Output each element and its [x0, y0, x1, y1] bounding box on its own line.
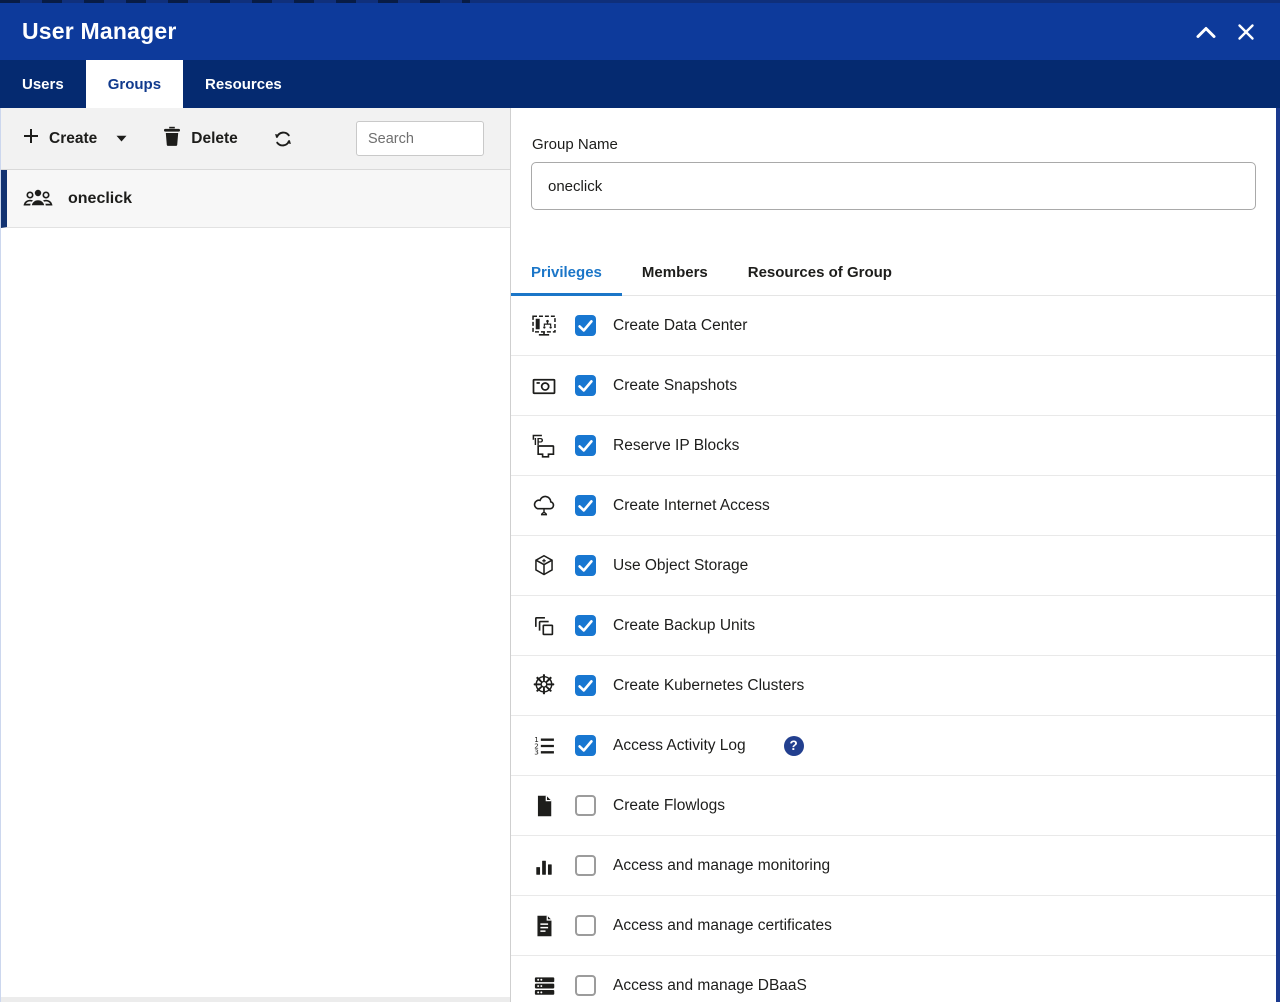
group-list-item-label: oneclick	[68, 190, 132, 208]
data-center-icon	[529, 311, 559, 341]
refresh-icon[interactable]	[272, 128, 294, 150]
document-lines-icon	[529, 911, 559, 941]
detail-tab-privileges[interactable]: Privileges	[511, 250, 622, 295]
privilege-row: Use Object Storage	[511, 536, 1276, 596]
delete-button[interactable]: Delete	[163, 126, 238, 151]
privilege-row: Access and manage monitoring	[511, 836, 1276, 896]
close-icon[interactable]	[1234, 20, 1258, 44]
privilege-row: Create Flowlogs	[511, 776, 1276, 836]
ip-block-icon: IP	[529, 431, 559, 461]
group-name-label: Group Name	[532, 136, 1256, 153]
privilege-label: Access and manage DBaaS	[613, 977, 807, 995]
camera-icon	[529, 371, 559, 401]
privilege-row: Access and manage certificates	[511, 896, 1276, 956]
privilege-checkbox[interactable]	[575, 855, 596, 876]
bar-chart-icon	[529, 851, 559, 881]
user-manager-window: User Manager UsersGroupsResources Create	[0, 0, 1280, 1002]
delete-button-label: Delete	[191, 130, 238, 148]
tab-users[interactable]: Users	[0, 60, 86, 108]
privilege-label: Create Backup Units	[613, 617, 755, 635]
server-stack-icon	[529, 971, 559, 1001]
detail-tabbar: PrivilegesMembersResources of Group	[511, 250, 1276, 296]
chevron-up-icon[interactable]	[1194, 20, 1218, 44]
kubernetes-wheel-icon: ☸	[529, 671, 559, 701]
numbered-list-icon: 1 2 3	[529, 731, 559, 761]
privilege-row: Create Internet Access	[511, 476, 1276, 536]
privilege-label: Create Internet Access	[613, 497, 770, 515]
privilege-row: Create Snapshots	[511, 356, 1276, 416]
privilege-row: Create Backup Units	[511, 596, 1276, 656]
privilege-label: Access and manage monitoring	[613, 857, 830, 875]
privileges-list: Create Data Center Create Snapshots IP R…	[511, 296, 1276, 1002]
search-input[interactable]	[356, 121, 484, 156]
group-detail-panel: Group Name PrivilegesMembersResources of…	[511, 108, 1276, 1002]
privilege-label: Access Activity Log	[613, 737, 746, 755]
privilege-checkbox[interactable]	[575, 795, 596, 816]
groups-panel: Create Delete	[1, 108, 511, 1002]
window-header: User Manager	[0, 3, 1280, 60]
main-tabbar: UsersGroupsResources	[0, 60, 1280, 108]
document-icon	[529, 791, 559, 821]
privilege-row: 1 2 3 Access Activity Log?	[511, 716, 1276, 776]
group-icon	[21, 185, 55, 212]
privilege-checkbox[interactable]	[575, 315, 596, 336]
group-list-item[interactable]: oneclick	[1, 170, 510, 228]
privilege-checkbox[interactable]	[575, 555, 596, 576]
stacked-squares-icon	[529, 611, 559, 641]
privilege-checkbox[interactable]	[575, 735, 596, 756]
privilege-checkbox[interactable]	[575, 375, 596, 396]
privilege-row: ☸ Create Kubernetes Clusters	[511, 656, 1276, 716]
privilege-label: Create Flowlogs	[613, 797, 725, 815]
privilege-row: IP Reserve IP Blocks	[511, 416, 1276, 476]
window-title: User Manager	[22, 18, 177, 45]
privilege-checkbox[interactable]	[575, 975, 596, 996]
window-body: Create Delete	[0, 108, 1280, 1002]
cloud-internet-icon	[529, 491, 559, 521]
tab-resources[interactable]: Resources	[183, 60, 304, 108]
group-list-empty-area	[1, 228, 510, 997]
left-panel-bottom-edge	[1, 997, 510, 1002]
privilege-checkbox[interactable]	[575, 615, 596, 636]
question-mark-icon[interactable]: ?	[784, 736, 804, 756]
privilege-row: Access and manage DBaaS	[511, 956, 1276, 1002]
privilege-checkbox[interactable]	[575, 435, 596, 456]
groups-toolbar: Create Delete	[1, 108, 510, 170]
privilege-checkbox[interactable]	[575, 495, 596, 516]
tab-groups[interactable]: Groups	[86, 60, 183, 108]
privilege-checkbox[interactable]	[575, 675, 596, 696]
chevron-down-icon[interactable]	[116, 135, 127, 142]
svg-text:3: 3	[534, 747, 539, 756]
window-controls	[1194, 20, 1258, 44]
privilege-label: Create Data Center	[613, 317, 747, 335]
create-button-label: Create	[49, 130, 97, 148]
privilege-label: Create Kubernetes Clusters	[613, 677, 804, 695]
cube-storage-icon	[529, 551, 559, 581]
detail-tab-members[interactable]: Members	[622, 250, 728, 295]
top-edge-artifact	[0, 0, 1280, 3]
plus-icon	[23, 128, 39, 149]
privilege-checkbox[interactable]	[575, 915, 596, 936]
create-button[interactable]: Create	[23, 128, 127, 149]
privilege-label: Create Snapshots	[613, 377, 737, 395]
privilege-label: Reserve IP Blocks	[613, 437, 739, 455]
detail-tab-resources-of-group[interactable]: Resources of Group	[728, 250, 912, 295]
group-list: oneclick	[1, 170, 510, 228]
privilege-label: Access and manage certificates	[613, 917, 832, 935]
trash-icon	[163, 126, 181, 151]
privilege-row: Create Data Center	[511, 296, 1276, 356]
privilege-label: Use Object Storage	[613, 557, 748, 575]
group-name-input[interactable]	[531, 162, 1256, 210]
